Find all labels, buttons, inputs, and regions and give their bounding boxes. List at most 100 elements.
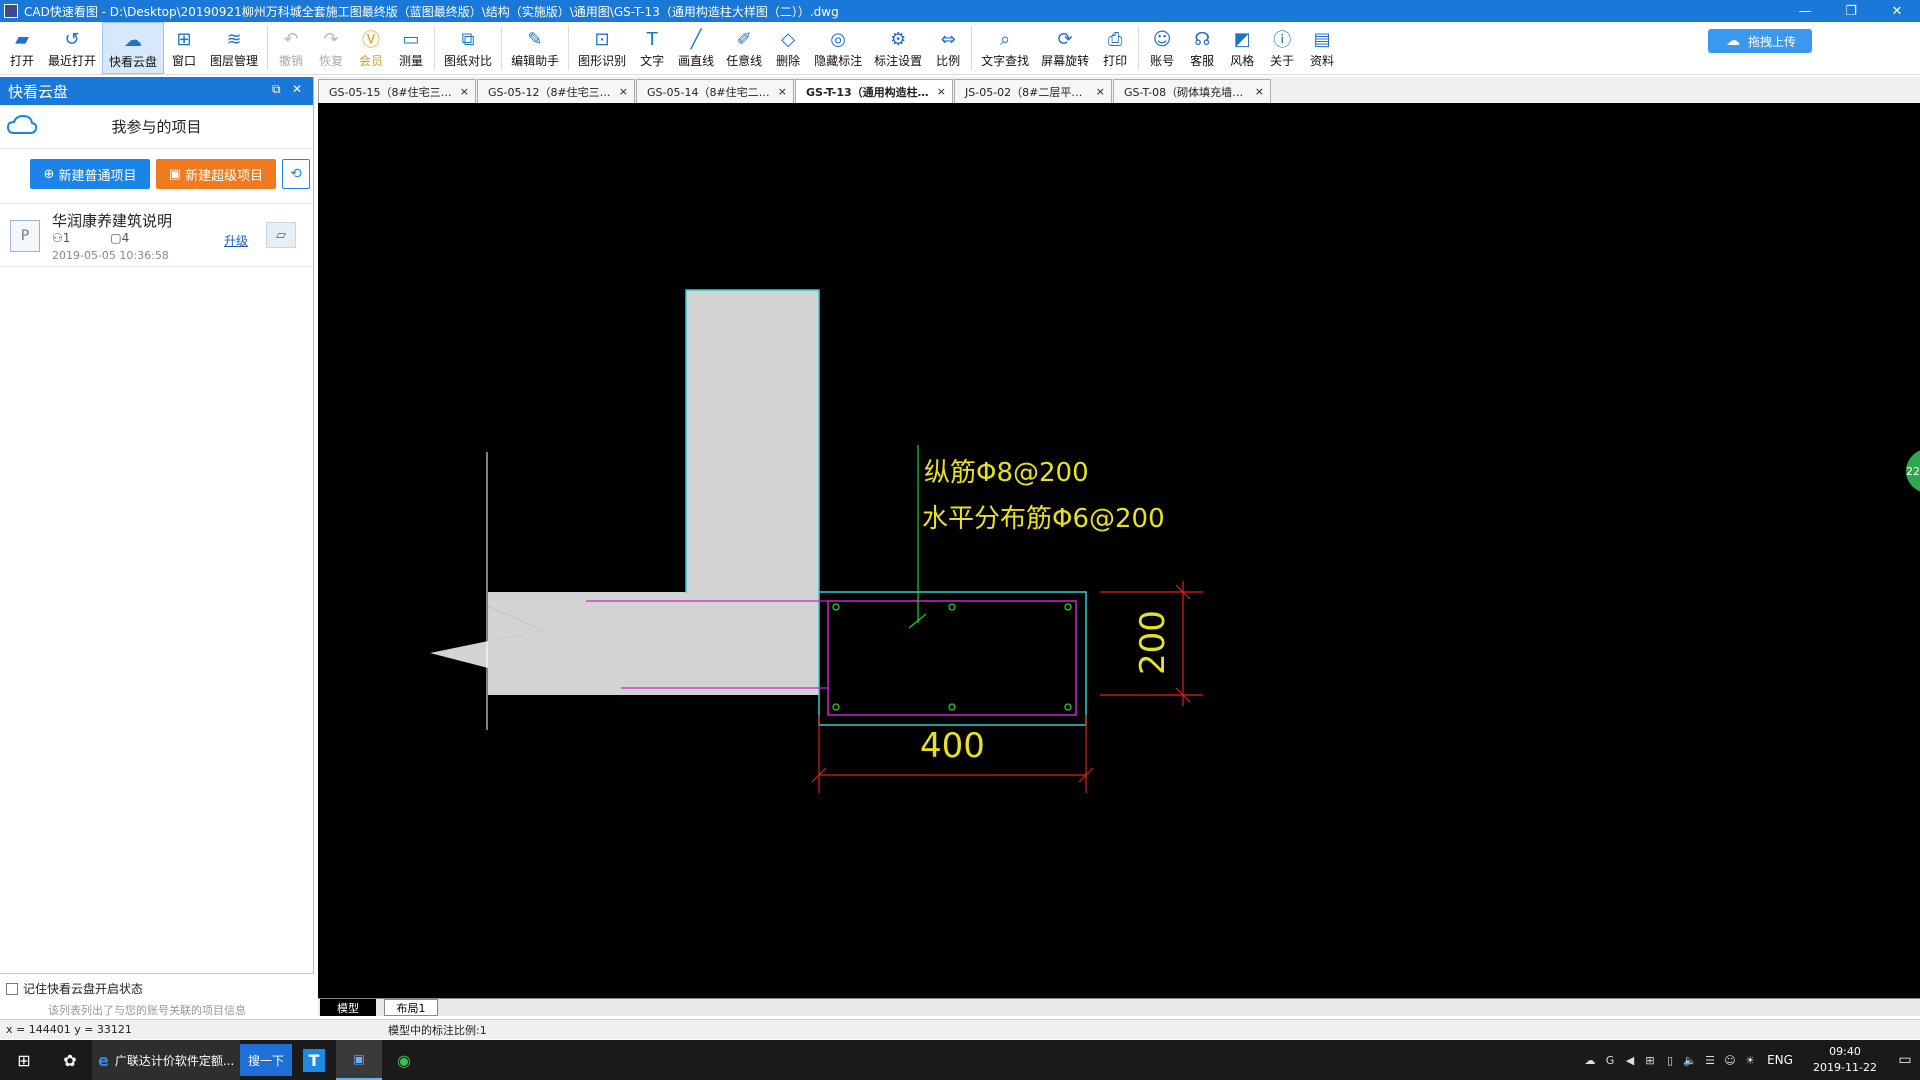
tab-gs-05-15[interactable]: GS-05-15（8#住宅三… ×: [318, 79, 476, 103]
about-button[interactable]: ⓘ 关于: [1262, 22, 1302, 74]
redo-button[interactable]: ↷ 恢复: [311, 22, 351, 74]
tray-g-icon[interactable]: G: [1600, 1054, 1620, 1067]
project-actions: ⊕ 新建普通项目 ▣ 新建超级项目 ⟲: [0, 149, 313, 199]
input-language[interactable]: ENG: [1760, 1053, 1800, 1067]
files-icon: ▢: [110, 231, 122, 245]
taskbar-app-flower[interactable]: ✿: [48, 1040, 92, 1080]
close-panel-icon[interactable]: ✕: [292, 82, 302, 96]
close-tab-icon[interactable]: ×: [778, 85, 787, 98]
undo-icon: ↶: [283, 28, 299, 50]
tab-gs-t-08[interactable]: GS-T-08（砌体填充墙… ×: [1113, 79, 1271, 103]
text-button[interactable]: T 文字: [632, 22, 672, 74]
tray-app-icon[interactable]: ⊞: [1640, 1054, 1660, 1067]
recent-open-button[interactable]: ↺ 最近打开: [42, 22, 102, 74]
tray-sun-icon[interactable]: ☀: [1740, 1054, 1760, 1067]
support-button[interactable]: ☊ 客服: [1182, 22, 1222, 74]
dim-width-label: 400: [920, 726, 985, 766]
layer-manager-button[interactable]: ≋ 图层管理: [204, 22, 264, 74]
draw-line-button[interactable]: ╱ 画直线: [672, 22, 720, 74]
line-icon: ╱: [690, 28, 702, 50]
taskbar-browser[interactable]: e 广联达计价软件定额...: [92, 1040, 240, 1080]
measure-button[interactable]: ▭ 测量: [391, 22, 431, 74]
remember-state-checkbox[interactable]: 记住快看云盘开启状态: [6, 980, 143, 997]
my-projects-header: 我参与的项目: [0, 105, 313, 149]
member-count: 1: [62, 231, 71, 245]
tab-gs-05-12[interactable]: GS-05-12（8#住宅三… ×: [477, 79, 635, 103]
tab-gs-05-14[interactable]: GS-05-14（8#住宅二… ×: [636, 79, 794, 103]
close-tab-icon[interactable]: ×: [937, 85, 946, 98]
vip-icon: Ⓥ: [362, 30, 381, 51]
tab-layout1[interactable]: 布局1: [384, 999, 438, 1016]
tray-arrow-icon[interactable]: ◀: [1620, 1054, 1640, 1067]
taskbar-search-button[interactable]: 搜一下: [240, 1044, 292, 1076]
resources-button[interactable]: ▤ 资料: [1302, 22, 1342, 74]
cloud-disk-button[interactable]: ☁ 快看云盘: [102, 22, 165, 74]
panel-hint: 该列表列出了与您的账号关联的项目信息: [48, 1004, 246, 1017]
tab-gs-t-13[interactable]: GS-T-13（通用构造柱… ×: [795, 79, 953, 103]
scale-icon: ⇔: [940, 28, 956, 50]
style-button[interactable]: ◩ 风格: [1222, 22, 1262, 74]
shape-recognition-button[interactable]: ⊡ 图形识别: [572, 22, 632, 74]
status-bar: x = 144401 y = 33121 模型中的标注比例:1: [0, 1019, 1920, 1039]
network-icon[interactable]: ☰: [1700, 1054, 1720, 1067]
notification-icon[interactable]: ▭: [1890, 1052, 1920, 1068]
vip-button[interactable]: Ⓥ 会员: [351, 22, 391, 74]
window-button[interactable]: ⊞ 窗口: [164, 22, 204, 74]
printer-icon: ⎙: [1107, 28, 1123, 50]
checkbox-icon: [6, 982, 18, 995]
close-tab-icon[interactable]: ×: [1255, 85, 1264, 98]
eraser-icon: ◇: [781, 28, 796, 50]
layers-icon: ≋: [226, 28, 242, 50]
screen-rotate-button[interactable]: ⟳ 屏幕旋转: [1035, 22, 1095, 74]
taskbar-app-t[interactable]: T: [292, 1040, 336, 1080]
upgrade-link[interactable]: 升级: [224, 232, 248, 249]
close-tab-icon[interactable]: ×: [619, 85, 628, 98]
close-button[interactable]: ✕: [1874, 0, 1920, 22]
toolbar-divider: [971, 26, 973, 70]
toolbar-divider: [501, 26, 503, 70]
close-tab-icon[interactable]: ×: [1096, 85, 1105, 98]
freehand-button[interactable]: ✐ 任意线: [720, 22, 768, 74]
refresh-button[interactable]: ⟲: [282, 159, 310, 189]
minimize-button[interactable]: —: [1782, 0, 1828, 22]
annotation-settings-button[interactable]: ⚙ 标注设置: [868, 22, 928, 74]
account-button[interactable]: ☺ 账号: [1142, 22, 1182, 74]
drawing-compare-button[interactable]: ⧉ 图纸对比: [438, 22, 498, 74]
volume-icon[interactable]: 🔈: [1680, 1054, 1700, 1067]
stirrup: [827, 600, 1077, 716]
taskbar-app-green[interactable]: ◉: [382, 1040, 426, 1080]
hide-annotation-button[interactable]: ◎ 隐藏标注: [808, 22, 868, 74]
clock-date: 2019-11-22: [1813, 1061, 1877, 1074]
drag-upload-button[interactable]: ☁ 拖拽上传: [1708, 29, 1812, 53]
start-button[interactable]: ⊞: [0, 1040, 48, 1080]
super-project-icon: ▣: [168, 166, 182, 182]
cursor-coordinates: x = 144401 y = 33121: [6, 1023, 132, 1036]
project-icon: P: [10, 220, 40, 252]
wechat-icon[interactable]: ☺: [1720, 1054, 1740, 1067]
cloud-icon: ☁: [124, 29, 143, 51]
delete-button[interactable]: ◇ 删除: [768, 22, 808, 74]
toolbar-divider: [1138, 26, 1140, 70]
eye-icon: ◎: [830, 28, 846, 50]
tab-model[interactable]: 模型: [320, 999, 376, 1016]
text-search-button[interactable]: ⌕ 文字查找: [975, 22, 1035, 74]
restore-button[interactable]: ❐: [1828, 0, 1874, 22]
open-folder-button[interactable]: ▱: [266, 222, 296, 248]
taskbar-app-cad[interactable]: ▣: [336, 1040, 382, 1080]
system-clock[interactable]: 09:40 2019-11-22: [1800, 1044, 1890, 1076]
float-panel-icon[interactable]: ⧉: [272, 82, 281, 97]
new-super-project-button[interactable]: ▣ 新建超级项目: [156, 159, 276, 189]
open-button[interactable]: ▰ 打开: [2, 22, 42, 74]
drawing-canvas[interactable]: 纵筋Φ8@200 水平分布筋Φ6@200 400 200 22: [318, 103, 1920, 998]
tray-battery-icon[interactable]: ▯: [1660, 1054, 1680, 1067]
scale-button[interactable]: ⇔ 比例: [928, 22, 968, 74]
print-button[interactable]: ⎙ 打印: [1095, 22, 1135, 74]
tray-cloud-icon[interactable]: ☁: [1580, 1054, 1600, 1067]
close-tab-icon[interactable]: ×: [460, 85, 469, 98]
tab-js-05-02[interactable]: JS-05-02（8#二层平… ×: [954, 79, 1112, 103]
list-item[interactable]: P 华润康养建筑说明 ⚇1 ▢4 2019-05-05 10:36:58 升级 …: [0, 203, 313, 267]
folder-icon: ▱: [276, 227, 286, 243]
edit-assistant-button[interactable]: ✎ 编辑助手: [505, 22, 565, 74]
undo-button[interactable]: ↶ 撤销: [271, 22, 311, 74]
new-normal-project-button[interactable]: ⊕ 新建普通项目: [30, 159, 150, 189]
